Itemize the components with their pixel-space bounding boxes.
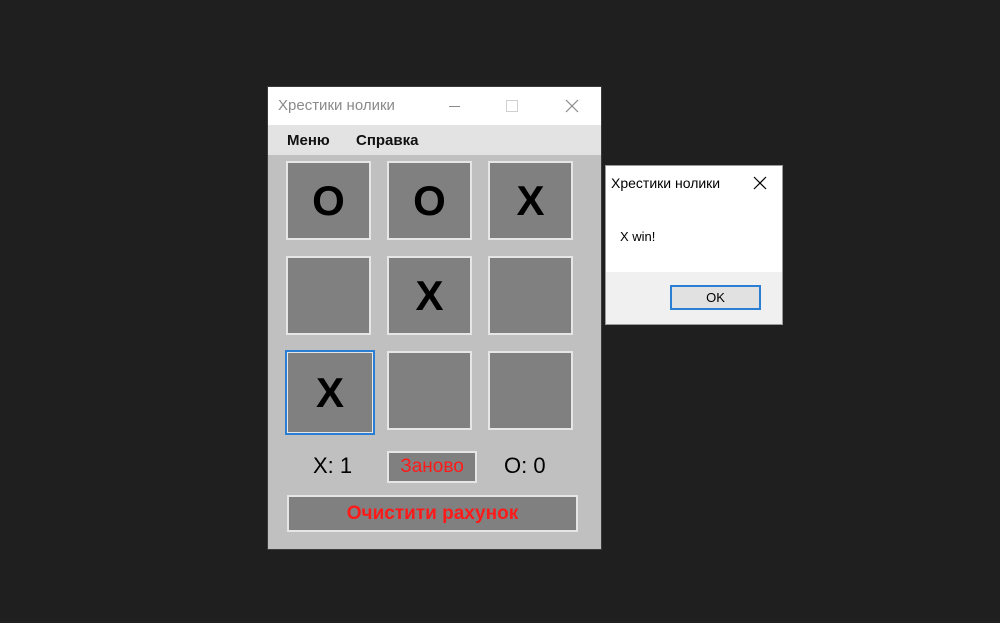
board-cell-7[interactable]: X [285, 350, 375, 435]
menu-bar: Меню Справка [268, 125, 601, 155]
close-icon [565, 99, 579, 113]
dialog-close-button[interactable] [749, 172, 771, 194]
menu-item-menu[interactable]: Меню [287, 132, 330, 149]
result-dialog: Хрестики нолики X win! OK [606, 166, 782, 324]
maximize-icon [506, 100, 518, 112]
score-o: O: 0 [504, 453, 546, 478]
board-cell-9[interactable] [488, 351, 573, 430]
board-cell-3[interactable]: X [488, 161, 573, 240]
clear-score-button[interactable]: Очистити рахунок [287, 495, 578, 532]
minimize-icon [448, 105, 460, 107]
game-window: Хрестики нолики Меню Справка O O X X X X… [268, 87, 601, 549]
board-cell-6[interactable] [488, 256, 573, 335]
restart-button[interactable]: Заново [387, 451, 477, 483]
dialog-footer: OK [606, 272, 782, 324]
board-cell-2[interactable]: O [387, 161, 472, 240]
score-x: X: 1 [313, 453, 353, 478]
close-icon [753, 176, 767, 190]
menu-item-help[interactable]: Справка [356, 132, 418, 149]
close-button[interactable] [543, 87, 601, 125]
window-title: Хрестики нолики [278, 97, 395, 114]
board-cell-1[interactable]: O [286, 161, 371, 240]
board-cell-4[interactable] [286, 256, 371, 335]
board-cell-8[interactable] [387, 351, 472, 430]
dialog-message: X win! [620, 229, 656, 244]
window-titlebar[interactable]: Хрестики нолики [268, 87, 601, 125]
board-cell-5[interactable]: X [387, 256, 472, 335]
ok-button[interactable]: OK [670, 285, 761, 310]
maximize-button[interactable] [483, 87, 541, 125]
dialog-title: Хрестики нолики [611, 175, 721, 191]
minimize-button[interactable] [425, 87, 483, 125]
